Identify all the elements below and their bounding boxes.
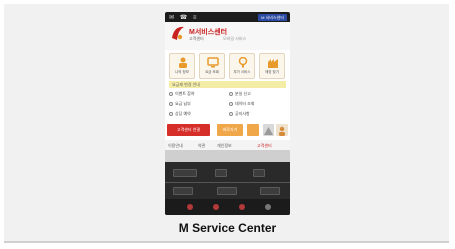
action-row: 고객센터 연결 바로가기 (165, 123, 290, 137)
menu-tiles: 나의 정보 요금 조회 부가 서비스 매장 찾기 (169, 53, 286, 79)
list-item[interactable]: 데이터 조회 (229, 101, 285, 109)
tile-label: 요금 조회 (205, 70, 219, 74)
brand-logo-icon (172, 26, 184, 40)
footer-link[interactable]: 이용안내 (168, 143, 183, 149)
warning-icon (264, 127, 273, 135)
notice-bar[interactable]: 요금제 변경 안내 (169, 81, 286, 88)
keypad-key[interactable] (215, 169, 227, 177)
softkey-icon[interactable] (265, 204, 271, 210)
image-caption: M Service Center (178, 221, 277, 235)
list-item[interactable]: 이벤트 참여 (169, 91, 225, 99)
key-row (165, 184, 290, 198)
footer-link[interactable]: 개인정보 (217, 143, 232, 149)
tile-billing[interactable]: 요금 조회 (199, 53, 225, 79)
list-item[interactable]: 분실 신고 (229, 91, 285, 99)
footer-link[interactable]: 고객센터 (257, 143, 272, 149)
person-icon (279, 126, 285, 136)
softkey-icon[interactable] (213, 204, 219, 210)
tile-label: 매장 찾기 (265, 70, 279, 74)
shortcut-button[interactable]: 바로가기 (217, 124, 243, 136)
person-icon (179, 57, 187, 68)
keypad-key[interactable] (173, 169, 197, 177)
radio-icon (169, 111, 173, 116)
divider-band (165, 150, 290, 162)
key-row (165, 166, 290, 180)
tile-my-info[interactable]: 나의 정보 (169, 53, 195, 79)
radio-icon (229, 91, 233, 96)
building-icon (268, 59, 278, 68)
user-button[interactable] (276, 124, 288, 136)
brand-subtitle: 고객센터 (189, 36, 204, 41)
radio-icon (169, 101, 173, 106)
list-item[interactable]: 상담 예약 (169, 111, 225, 119)
menu-list: 이벤트 참여 분실 신고 요금 납부 데이터 조회 상담 예약 공지사항 (169, 91, 286, 121)
keypad-key[interactable] (260, 187, 280, 195)
warning-button[interactable] (263, 124, 274, 136)
radio-icon (229, 111, 233, 116)
list-item[interactable]: 요금 납부 (169, 101, 225, 109)
status-icons: ✉ ☎ ≡ (169, 15, 199, 21)
keypad-key[interactable] (173, 187, 193, 195)
footer-links: 이용안내 약관 개인정보 고객센터 (165, 140, 290, 150)
footer-link[interactable]: 약관 (198, 143, 205, 149)
list-item[interactable]: 공지사항 (229, 111, 285, 119)
tile-label: 나의 정보 (175, 70, 189, 74)
tile-store-finder[interactable]: 매장 찾기 (259, 53, 285, 79)
customer-center-button[interactable]: 고객센터 연결 (167, 124, 210, 136)
keypad-key[interactable] (253, 169, 265, 177)
radio-icon (229, 101, 233, 106)
softkey-icon[interactable] (239, 204, 245, 210)
softkey-icon[interactable] (187, 204, 193, 210)
divider (165, 182, 290, 183)
brand-description: 모바일 서비스 (223, 36, 247, 41)
notice-badge[interactable]: M 서비스센터 (258, 14, 287, 21)
tile-label: 부가 서비스 (233, 70, 251, 74)
keypad-key[interactable] (217, 187, 237, 195)
status-bar: ✉ ☎ ≡ M 서비스센터 (165, 12, 290, 22)
softkey-bar (165, 199, 290, 215)
monitor-icon (207, 57, 219, 68)
notice-bar-text: 요금제 변경 안내 (172, 82, 200, 87)
tile-extra-service[interactable]: 부가 서비스 (229, 53, 255, 79)
menu-grid-button[interactable] (247, 124, 259, 136)
bulb-icon (238, 57, 248, 68)
radio-icon (169, 91, 173, 96)
phone-screenshot: ✉ ☎ ≡ M 서비스센터 M서비스센터 고객센터 모바일 서비스 나의 정보 … (165, 12, 290, 215)
